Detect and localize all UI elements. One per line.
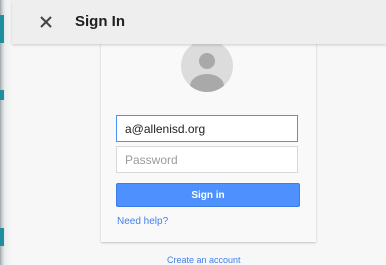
- dialog-header: Sign In: [12, 0, 386, 44]
- email-field[interactable]: [116, 115, 298, 142]
- close-button[interactable]: [35, 11, 57, 33]
- edge-accent: [0, 90, 4, 100]
- default-avatar-icon: [181, 40, 233, 92]
- window-left-edge: [0, 0, 12, 265]
- close-icon: [40, 16, 52, 28]
- need-help-link[interactable]: Need help?: [117, 216, 168, 227]
- password-field[interactable]: [116, 146, 298, 173]
- dialog-title: Sign In: [75, 13, 125, 30]
- create-account-link[interactable]: Create an account: [167, 255, 241, 265]
- edge-accent: [0, 15, 4, 43]
- edge-accent: [0, 228, 4, 246]
- sign-in-button[interactable]: Sign in: [116, 183, 300, 207]
- signin-card: Sign in Need help?: [101, 40, 316, 242]
